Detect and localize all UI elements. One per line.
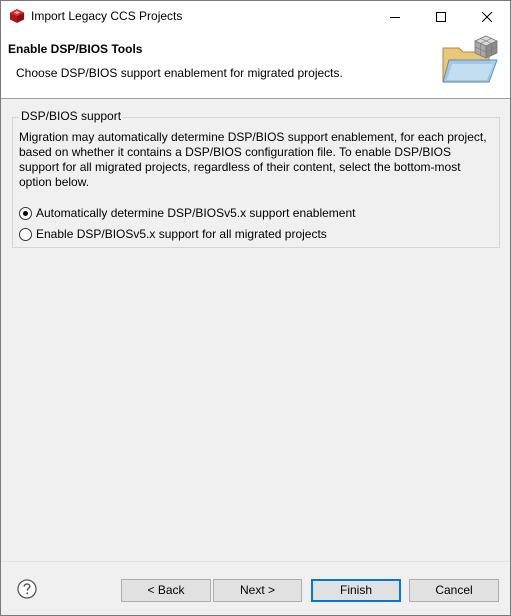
- back-button[interactable]: < Back: [121, 579, 211, 602]
- help-icon: [17, 579, 37, 599]
- radio-button-unselected[interactable]: [19, 227, 32, 241]
- finish-button[interactable]: Finish: [311, 579, 401, 602]
- group-label: DSP/BIOS support: [19, 109, 124, 123]
- auto-determine-label: Automatically determine DSP/BIOSv5.x sup…: [36, 206, 356, 220]
- title-bar[interactable]: Import Legacy CCS Projects: [1, 1, 510, 32]
- close-button[interactable]: [464, 1, 510, 32]
- auto-determine-option[interactable]: Automatically determine DSP/BIOSv5.x sup…: [19, 206, 356, 220]
- enable-all-label: Enable DSP/BIOSv5.x support for all migr…: [36, 227, 327, 241]
- cancel-button[interactable]: Cancel: [409, 579, 499, 602]
- minimize-button[interactable]: [372, 1, 418, 32]
- next-button[interactable]: Next >: [213, 579, 302, 602]
- group-description: Migration may automatically determine DS…: [19, 130, 487, 189]
- wizard-banner: Enable DSP/BIOS Tools Choose DSP/BIOS su…: [1, 32, 510, 99]
- maximize-icon: [436, 11, 446, 22]
- maximize-button[interactable]: [418, 1, 464, 32]
- page-description: Choose DSP/BIOS support enablement for m…: [16, 66, 343, 80]
- footer-divider: [1, 561, 510, 562]
- window-title: Import Legacy CCS Projects: [31, 9, 183, 23]
- close-icon: [482, 11, 492, 22]
- help-button[interactable]: [17, 579, 37, 599]
- dsp-bios-support-group: DSP/BIOS support Migration may automatic…: [12, 109, 500, 248]
- enable-all-option[interactable]: Enable DSP/BIOSv5.x support for all migr…: [19, 227, 327, 241]
- minimize-icon: [390, 16, 400, 18]
- import-dialog-window: Import Legacy CCS Projects Enable DSP/BI…: [0, 0, 511, 616]
- radio-button-selected[interactable]: [19, 206, 32, 220]
- folder-cube-wizard-icon: [439, 34, 501, 86]
- ccs-cube-icon: [9, 8, 25, 24]
- page-title: Enable DSP/BIOS Tools: [8, 42, 143, 56]
